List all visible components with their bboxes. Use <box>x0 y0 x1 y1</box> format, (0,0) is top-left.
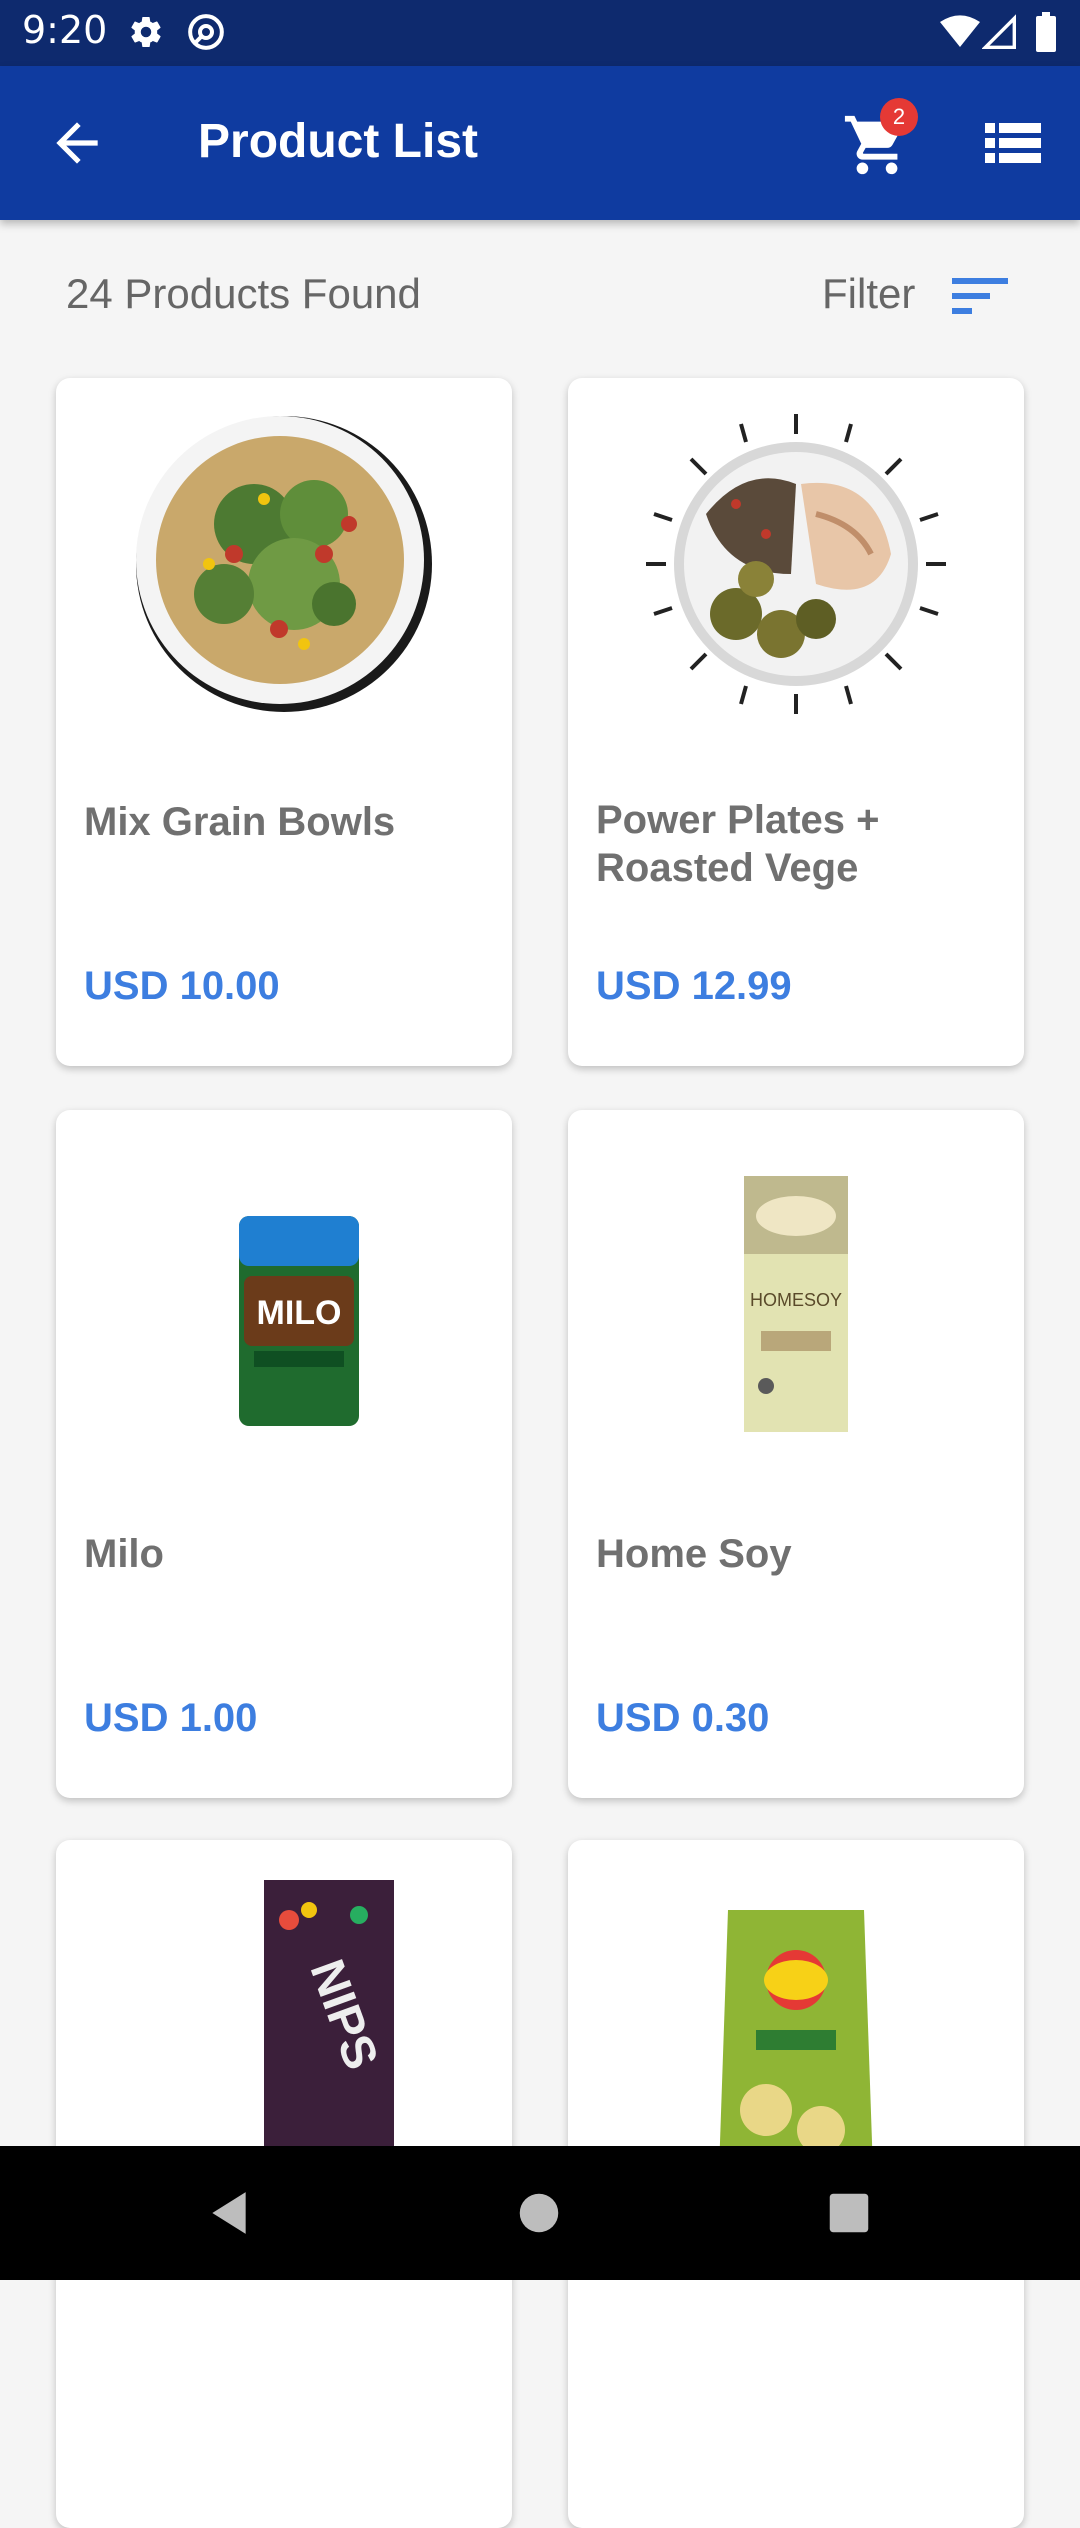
product-name: Home Soy <box>596 1532 792 1576</box>
salad-bowl-image <box>136 416 432 712</box>
wifi-icon <box>940 15 980 48</box>
product-price: USD 1.00 <box>84 1696 258 1740</box>
page-title: Product List <box>198 115 479 168</box>
at-sign-icon <box>188 14 224 50</box>
battery-icon <box>1036 12 1056 52</box>
product-card[interactable]: HOMESOY Home Soy USD 0.30 <box>568 1110 1024 1798</box>
results-count: 24 Products Found <box>66 270 421 317</box>
app-bar: Product List 2 <box>0 66 1080 220</box>
gear-icon <box>131 17 161 48</box>
filter-button-label[interactable]: Filter <box>822 270 915 318</box>
product-card[interactable]: Power Plates + Roasted Vege USD 12.99 <box>568 378 1024 1066</box>
cart-count-badge: 2 <box>880 98 918 136</box>
arrow-left-icon[interactable] <box>46 112 108 174</box>
recents-square-icon[interactable] <box>828 2192 870 2234</box>
product-card[interactable]: Mix Grain Bowls USD 10.00 <box>56 378 512 1066</box>
svg-text:HOMESOY: HOMESOY <box>750 1290 842 1310</box>
product-price: USD 12.99 <box>596 964 792 1008</box>
product-name: Power Plates + Roasted Vege <box>596 798 880 890</box>
product-price: USD 0.30 <box>596 1696 770 1740</box>
list-view-icon[interactable] <box>985 118 1041 168</box>
home-circle-icon[interactable] <box>518 2192 560 2234</box>
product-card[interactable]: MILO Milo USD 1.00 <box>56 1110 512 1798</box>
signal-icon <box>982 14 1016 49</box>
milo-can-image: MILO <box>239 1216 359 1426</box>
svg-text:MILO: MILO <box>257 1294 342 1332</box>
status-time: 9:20 <box>22 8 108 52</box>
status-bar: 9:20 <box>0 0 1080 66</box>
soy-milk-carton-image: HOMESOY <box>744 1176 848 1432</box>
chicken-plate-image <box>646 414 946 714</box>
product-price: USD 10.00 <box>84 964 280 1008</box>
product-name: Milo <box>84 1532 164 1576</box>
back-triangle-icon[interactable] <box>204 2188 254 2238</box>
system-navigation-bar <box>0 2146 1080 2280</box>
sort-lines-icon[interactable] <box>952 276 1008 316</box>
product-name: Mix Grain Bowls <box>84 800 396 844</box>
